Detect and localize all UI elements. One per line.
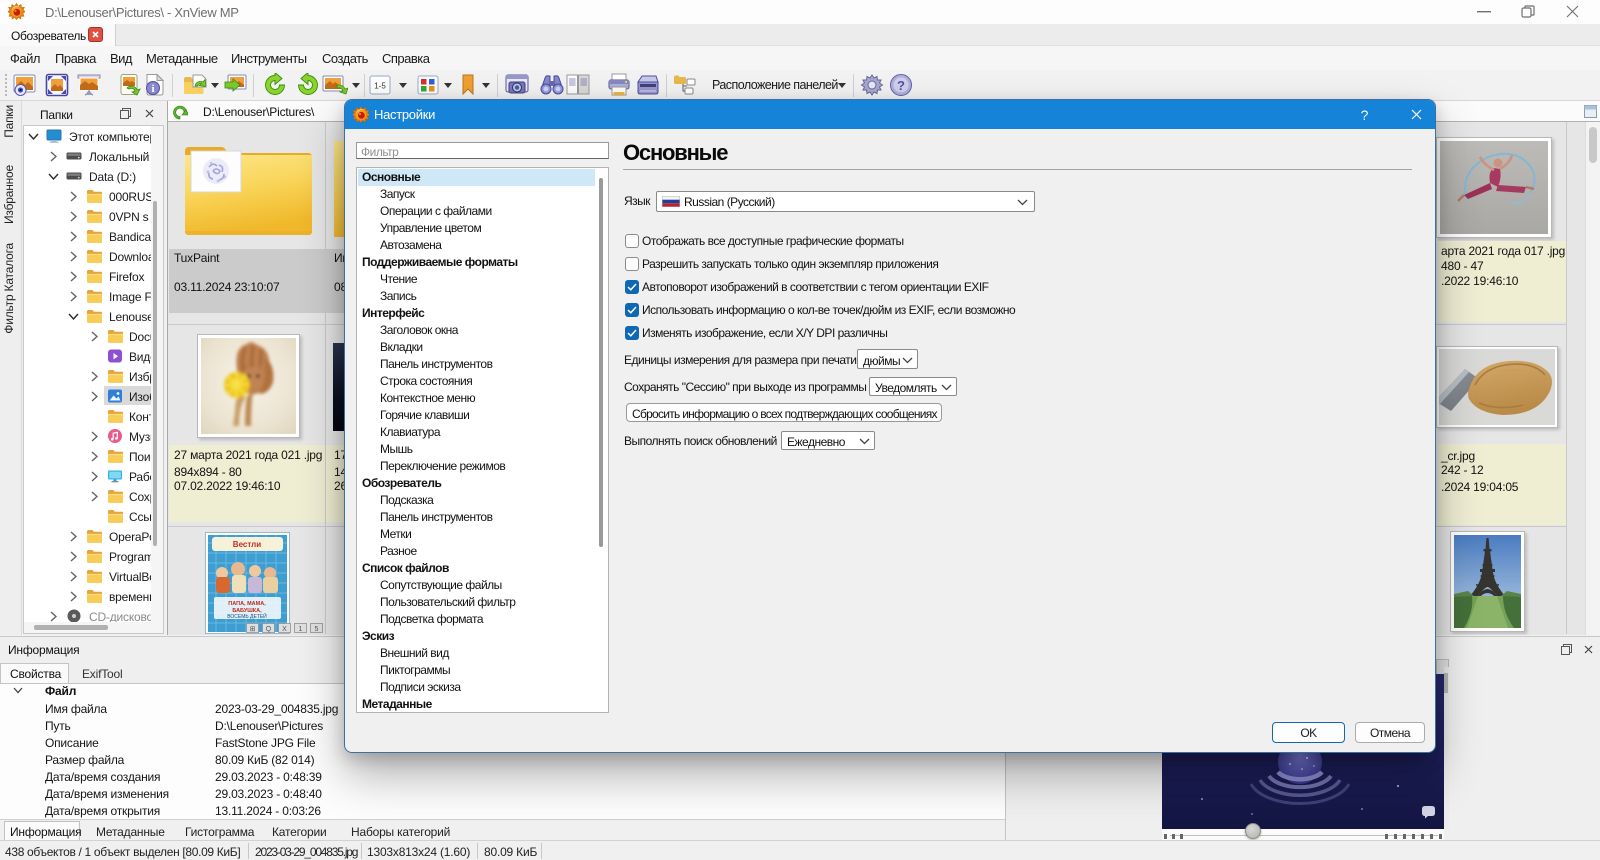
svg-text:X: X xyxy=(282,626,287,633)
svg-text:?: ? xyxy=(897,78,905,93)
svg-text:Q: Q xyxy=(266,626,272,633)
svg-text:5: 5 xyxy=(315,626,319,633)
svg-text:ВОСЕМЬ ДЕТЕЙ: ВОСЕМЬ ДЕТЕЙ xyxy=(227,612,267,620)
svg-text:1-5: 1-5 xyxy=(374,82,386,91)
svg-text:Вестли: Вестли xyxy=(233,540,261,549)
svg-text:1: 1 xyxy=(299,626,303,633)
svg-text:i: i xyxy=(151,83,154,95)
svg-text:ПАПА, МАМА,: ПАПА, МАМА, xyxy=(228,601,266,607)
svg-text:⊞: ⊞ xyxy=(250,626,256,633)
